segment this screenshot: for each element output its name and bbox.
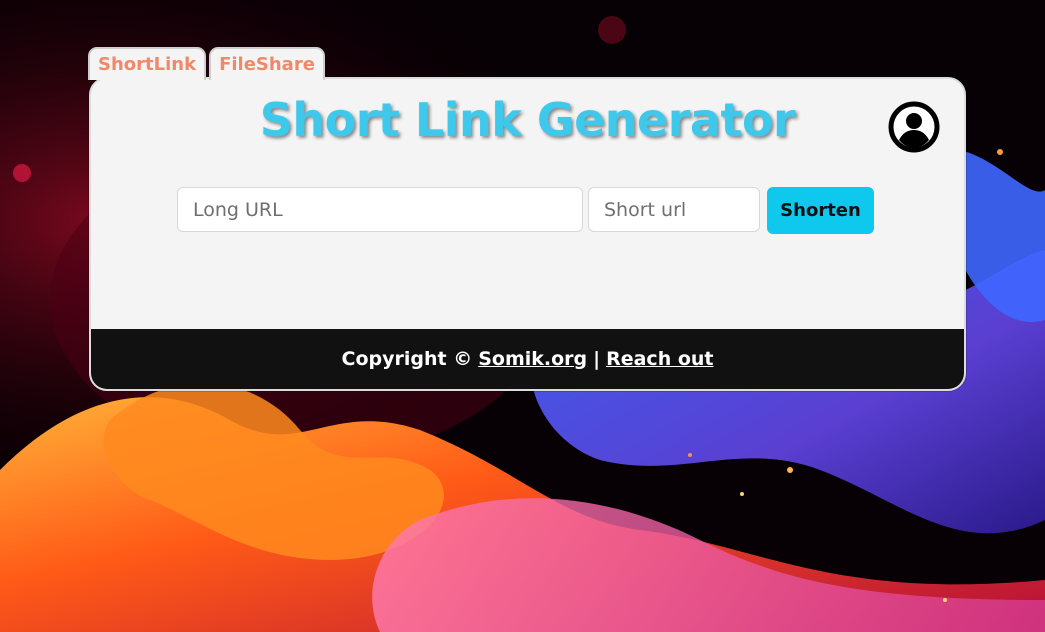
page-title: Short Link Generator [259, 93, 796, 147]
short-url-input[interactable] [588, 187, 760, 232]
tab-fileshare[interactable]: FileShare [209, 47, 325, 80]
footer: Copyright © Somik.org | Reach out [91, 329, 964, 389]
footer-separator: | [593, 348, 601, 370]
copyright-text: Copyright © [341, 348, 473, 370]
somik-link[interactable]: Somik.org [478, 348, 587, 370]
reach-out-link[interactable]: Reach out [606, 348, 713, 370]
long-url-input[interactable] [177, 187, 583, 232]
shorten-button[interactable]: Shorten [767, 187, 874, 234]
main-card: Short Link Generator Shorten Copyright ©… [89, 77, 966, 391]
account-circle-icon[interactable] [888, 101, 940, 153]
tab-shortlink[interactable]: ShortLink [88, 47, 207, 80]
tab-bar: ShortLink FileShare [88, 47, 325, 80]
